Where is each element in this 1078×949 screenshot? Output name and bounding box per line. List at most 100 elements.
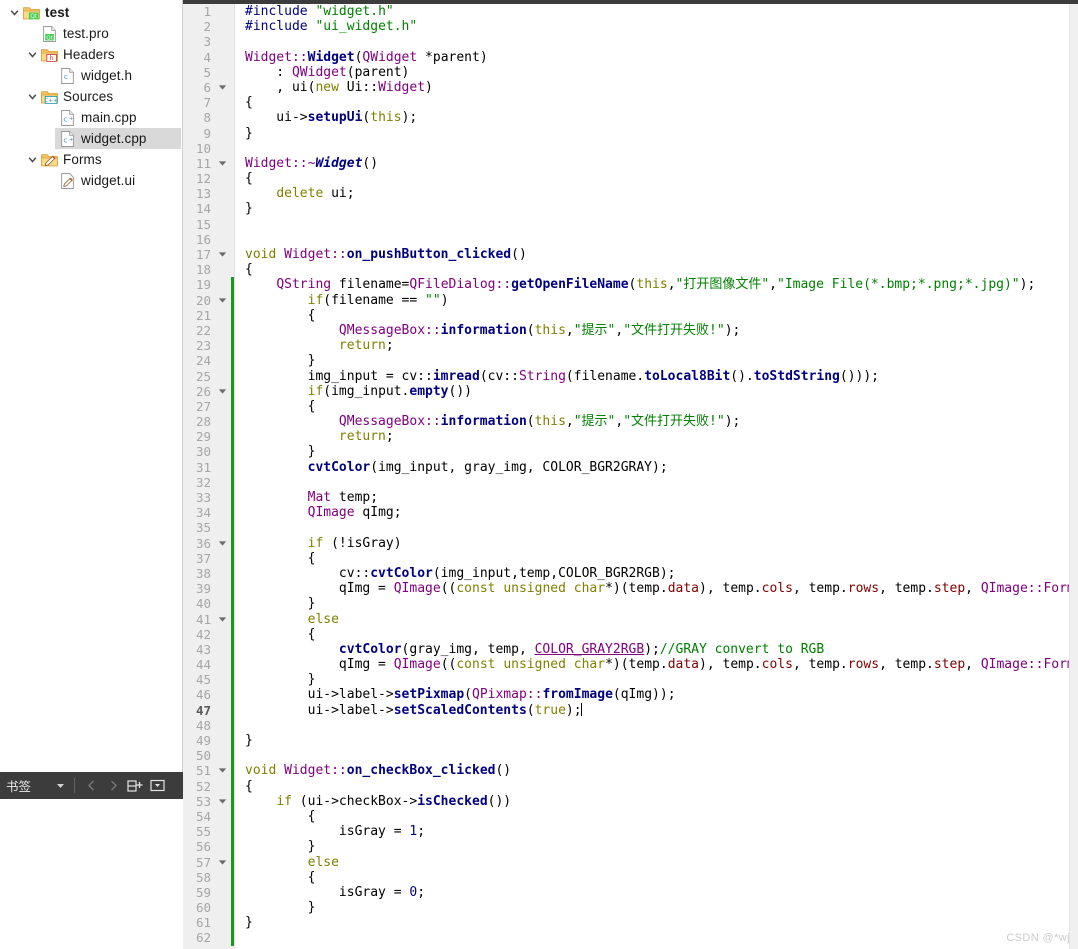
gutter-row[interactable]: 23	[183, 338, 234, 354]
code-line[interactable]: {	[235, 627, 1078, 642]
code-line[interactable]: void Widget::on_pushButton_clicked()	[235, 247, 1078, 262]
code-line[interactable]: }	[235, 672, 1078, 687]
code-line[interactable]: cvtColor(img_input, gray_img, COLOR_BGR2…	[235, 460, 1078, 475]
code-line[interactable]: {	[235, 399, 1078, 414]
gutter-row[interactable]: 21	[183, 307, 234, 323]
code-line[interactable]	[235, 748, 1078, 763]
tree-item-test-pro[interactable]: Qt test.pro	[0, 23, 182, 44]
code-line[interactable]	[235, 217, 1078, 232]
gutter-row[interactable]: 7	[183, 95, 234, 110]
gutter-row[interactable]: 33	[183, 490, 234, 506]
gutter-row[interactable]: 9	[183, 126, 234, 141]
fold-toggle-icon[interactable]	[213, 83, 231, 92]
tree-item-widget-cpp[interactable]: c + widget.cpp	[0, 128, 182, 149]
tree-item-sources[interactable]: C++ Sources	[0, 86, 182, 107]
code-line[interactable]: QImage qImg;	[235, 505, 1078, 520]
code-line[interactable]: if (!isGray)	[235, 536, 1078, 551]
gutter-row[interactable]: 41	[183, 611, 234, 627]
gutter-row[interactable]: 29	[183, 429, 234, 445]
code-line[interactable]	[235, 141, 1078, 156]
code-line[interactable]: Mat temp;	[235, 490, 1078, 505]
gutter-row[interactable]: 1	[183, 4, 234, 19]
code-line[interactable]: isGray = 1;	[235, 824, 1078, 839]
code-line[interactable]: img_input = cv::imread(cv::String(filena…	[235, 369, 1078, 384]
gutter-row[interactable]: 48	[183, 717, 234, 733]
gutter-row[interactable]: 40	[183, 596, 234, 612]
panel-options-icon[interactable]	[147, 776, 167, 796]
code-line[interactable]: Widget::Widget(QWidget *parent)	[235, 50, 1078, 65]
gutter-row[interactable]: 4	[183, 50, 234, 65]
chevron-down-icon[interactable]	[24, 89, 40, 105]
code-line[interactable]: cvtColor(gray_img, temp, COLOR_GRAY2RGB)…	[235, 642, 1078, 657]
gutter-row[interactable]: 5	[183, 65, 234, 80]
gutter-row[interactable]: 42	[183, 626, 234, 642]
gutter-row[interactable]: 26	[183, 383, 234, 399]
code-line[interactable]: ui->setupUi(this);	[235, 110, 1078, 125]
code-line[interactable]	[235, 930, 1078, 945]
gutter-row[interactable]: 49	[183, 733, 234, 749]
fold-toggle-icon[interactable]	[213, 858, 231, 867]
gutter-row[interactable]: 57	[183, 854, 234, 870]
code-line[interactable]: }	[235, 201, 1078, 216]
code-line[interactable]: {	[235, 870, 1078, 885]
gutter-row[interactable]: 62	[183, 930, 234, 946]
add-bookmark-icon[interactable]	[125, 776, 145, 796]
chevron-left-icon[interactable]	[81, 776, 101, 796]
gutter-row[interactable]: 58	[183, 869, 234, 885]
gutter-row[interactable]: 46	[183, 687, 234, 703]
code-line[interactable]: ui->label->setScaledContents(true);	[235, 702, 1078, 718]
code-line[interactable]: {	[235, 551, 1078, 566]
gutter-row[interactable]: 51	[183, 763, 234, 779]
gutter-row[interactable]: 47	[183, 702, 234, 718]
code-line[interactable]: qImg = QImage((const unsigned char*)(tem…	[235, 581, 1078, 596]
gutter-row[interactable]: 45	[183, 672, 234, 688]
code-line[interactable]: }	[235, 733, 1078, 748]
gutter-row[interactable]: 24	[183, 353, 234, 369]
editor-scrollbar[interactable]	[1069, 4, 1078, 949]
code-line[interactable]: QString filename=QFileDialog::getOpenFil…	[235, 277, 1078, 292]
code-line[interactable]: if (ui->checkBox->isChecked())	[235, 794, 1078, 809]
code-line[interactable]: , ui(new Ui::Widget)	[235, 80, 1078, 95]
gutter-row[interactable]: 6	[183, 80, 234, 95]
gutter-row[interactable]: 55	[183, 824, 234, 840]
code-line[interactable]: }	[235, 839, 1078, 854]
code-line[interactable]: {	[235, 809, 1078, 824]
gutter-row[interactable]: 17	[183, 247, 234, 262]
code-line[interactable]: if(img_input.empty())	[235, 384, 1078, 399]
code-line[interactable]: #include "widget.h"	[235, 4, 1078, 19]
gutter-row[interactable]: 36	[183, 535, 234, 551]
code-line[interactable]: {	[235, 262, 1078, 277]
gutter-row[interactable]: 10	[183, 141, 234, 156]
gutter-row[interactable]: 20	[183, 292, 234, 308]
tree-item-test[interactable]: Qt test	[0, 2, 182, 23]
gutter-row[interactable]: 60	[183, 900, 234, 916]
gutter-row[interactable]: 61	[183, 915, 234, 931]
gutter-row[interactable]: 18	[183, 262, 234, 277]
tree-item-headers[interactable]: h Headers	[0, 44, 182, 65]
gutter-row[interactable]: 59	[183, 884, 234, 901]
fold-toggle-icon[interactable]	[213, 539, 231, 548]
code-line[interactable]: else	[235, 855, 1078, 870]
code-line[interactable]: }	[235, 900, 1078, 915]
code-line[interactable]: isGray = 0;	[235, 885, 1078, 900]
gutter-row[interactable]: 53	[183, 793, 234, 809]
code-line[interactable]: qImg = QImage((const unsigned char*)(tem…	[235, 657, 1078, 672]
chevron-down-icon[interactable]	[53, 779, 67, 793]
chevron-down-icon[interactable]	[24, 152, 40, 168]
gutter-row[interactable]: 12	[183, 171, 234, 186]
gutter-row[interactable]: 2	[183, 19, 234, 34]
code-line[interactable]: }	[235, 444, 1078, 459]
editor-gutter[interactable]: 1 2 3 4 5 6 7 8 9 10 11 12 13 14 15 16 17 18 19 20 21 22 23 24 2…	[183, 4, 235, 949]
code-line[interactable]: cv::cvtColor(img_input,temp,COLOR_BGR2RG…	[235, 566, 1078, 581]
gutter-row[interactable]: 28	[183, 414, 234, 430]
code-line[interactable]: if(filename == "")	[235, 293, 1078, 308]
gutter-row[interactable]: 14	[183, 201, 234, 216]
code-line[interactable]: Widget::~Widget()	[235, 156, 1078, 171]
gutter-row[interactable]: 39	[183, 581, 234, 597]
chevron-right-icon[interactable]	[103, 776, 123, 796]
code-line[interactable]	[235, 520, 1078, 535]
code-line[interactable]: QMessageBox::information(this,"提示","文件打开…	[235, 414, 1078, 429]
fold-toggle-icon[interactable]	[213, 766, 231, 775]
chevron-down-icon[interactable]	[6, 5, 22, 21]
tree-item-widget-h[interactable]: c widget.h	[0, 65, 182, 86]
